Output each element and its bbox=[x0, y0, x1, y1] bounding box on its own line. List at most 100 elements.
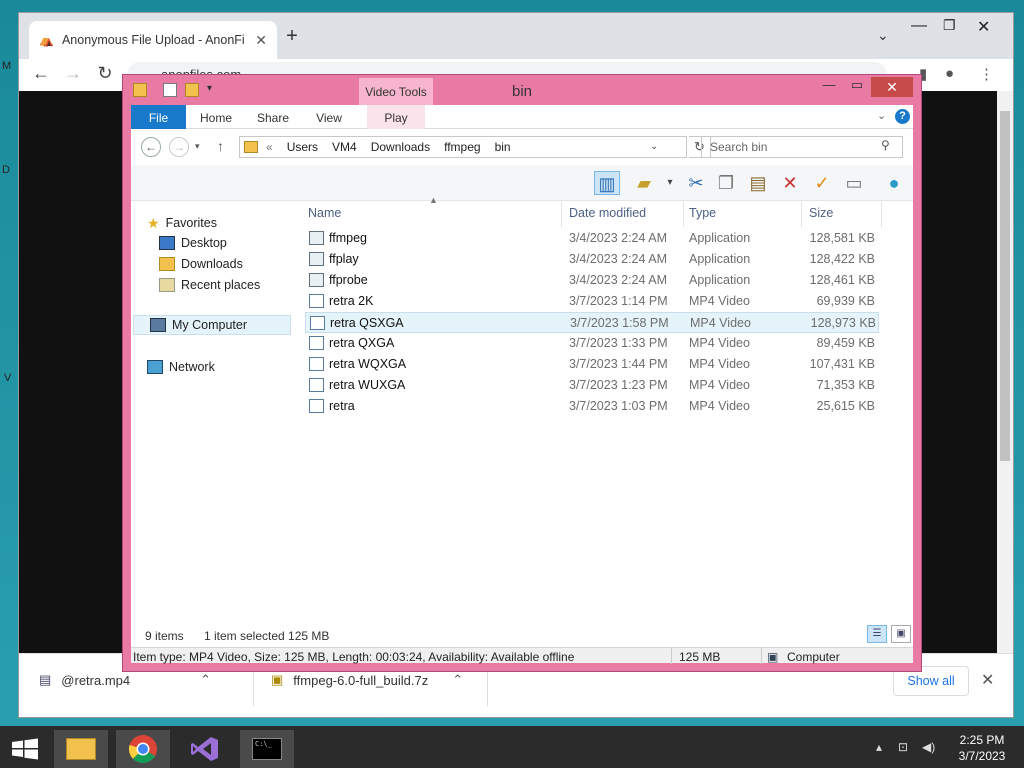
file-row[interactable]: ffprobe 3/4/2023 2:24 AM Application 128… bbox=[305, 270, 879, 291]
cut-icon[interactable]: ✂ bbox=[683, 171, 709, 195]
nav-label: Recent places bbox=[181, 278, 261, 292]
system-clock[interactable]: 2:25 PM 3/7/2023 bbox=[950, 732, 1014, 764]
tab-view[interactable]: View bbox=[307, 105, 351, 129]
download-name: ffmpeg-6.0-full_build.7z bbox=[293, 672, 429, 688]
column-header-name[interactable]: Name bbox=[308, 203, 558, 225]
globe-icon[interactable]: ● bbox=[881, 171, 907, 195]
tab-file[interactable]: File bbox=[131, 105, 186, 129]
item-location: Computer bbox=[787, 650, 840, 664]
profile-icon[interactable]: ● bbox=[945, 65, 954, 82]
nav-network[interactable]: Network bbox=[147, 357, 305, 377]
delete-icon[interactable]: ✕ bbox=[777, 171, 803, 195]
details-bar: Item type: MP4 Video, Size: 125 MB, Leng… bbox=[131, 647, 913, 664]
clock-date: 3/7/2023 bbox=[958, 749, 1006, 763]
file-row[interactable]: retra QXGA 3/7/2023 1:33 PM MP4 Video 89… bbox=[305, 333, 879, 354]
breadcrumb-downloads[interactable]: Downloads bbox=[371, 140, 430, 154]
network-tray-icon[interactable]: ⊡ bbox=[898, 740, 908, 754]
video-file-icon bbox=[310, 316, 325, 330]
nav-my-computer[interactable]: My Computer bbox=[133, 315, 291, 335]
nav-recent-places[interactable]: Recent places bbox=[159, 275, 317, 295]
visual-studio-taskbar-button[interactable] bbox=[178, 730, 232, 768]
minimize-icon[interactable]: — bbox=[911, 17, 927, 35]
download-item-2[interactable]: ▣ ffmpeg-6.0-full_build.7z ⌃ bbox=[271, 672, 463, 688]
paste-icon[interactable]: ▤ bbox=[745, 171, 771, 195]
folder-options-dropdown-icon[interactable]: ▾ bbox=[657, 171, 683, 195]
command-prompt-taskbar-button[interactable]: C:\_ bbox=[240, 730, 294, 768]
back-icon[interactable]: ← bbox=[29, 63, 53, 84]
show-hidden-icons-icon[interactable]: ▴ bbox=[876, 740, 882, 754]
scroll-thumb[interactable] bbox=[1000, 111, 1010, 461]
browser-tab[interactable]: ⛺ Anonymous File Upload - AnonFi ✕ bbox=[29, 21, 277, 59]
close-shelf-icon[interactable]: ✕ bbox=[981, 670, 994, 690]
preview-pane-icon[interactable]: ▥ bbox=[594, 171, 620, 195]
explorer-window: ▾ Video Tools bin — ▭ ✕ File Home Share … bbox=[122, 74, 922, 672]
details-view-icon[interactable]: ☰ bbox=[867, 625, 887, 643]
chrome-taskbar-button[interactable] bbox=[116, 730, 170, 768]
large-icons-view-icon[interactable]: ▣ bbox=[891, 625, 911, 643]
column-header-size[interactable]: Size bbox=[809, 203, 879, 225]
folder-options-icon[interactable]: ▰ bbox=[631, 171, 657, 195]
tab-search-chevron-icon[interactable]: ⌄ bbox=[877, 27, 889, 44]
recent-locations-dropdown-icon[interactable]: ▾ bbox=[195, 141, 200, 152]
nav-favorites[interactable]: ★ Favorites bbox=[147, 213, 305, 233]
file-row[interactable]: ffmpeg 3/4/2023 2:24 AM Application 128,… bbox=[305, 228, 879, 249]
address-bar[interactable]: « Users VM4 Downloads ffmpeg bin ⌄ bbox=[239, 136, 687, 158]
file-row[interactable]: retra WUXGA 3/7/2023 1:23 PM MP4 Video 7… bbox=[305, 375, 879, 396]
maximize-icon[interactable]: ▭ bbox=[843, 77, 871, 93]
item-size: 125 MB bbox=[679, 650, 721, 664]
tab-home[interactable]: Home bbox=[193, 105, 239, 129]
file-row-selected[interactable]: retra QSXGA 3/7/2023 1:58 PM MP4 Video 1… bbox=[305, 312, 879, 333]
breadcrumb-ffmpeg[interactable]: ffmpeg bbox=[444, 140, 480, 154]
video-file-icon bbox=[309, 378, 324, 392]
reload-icon[interactable]: ↻ bbox=[93, 63, 117, 84]
breadcrumb-users[interactable]: Users bbox=[287, 140, 318, 154]
desktop-icon-label-v: V bbox=[4, 372, 12, 384]
file-row[interactable]: ffplay 3/4/2023 2:24 AM Application 128,… bbox=[305, 249, 879, 270]
download-item-1[interactable]: ▤ @retra.mp4 ⌃ bbox=[39, 672, 211, 688]
checkmark-icon[interactable]: ✓ bbox=[809, 171, 835, 195]
breadcrumb-vm4[interactable]: VM4 bbox=[332, 140, 357, 154]
menu-kebab-icon[interactable]: ⋮ bbox=[979, 65, 994, 83]
file-row[interactable]: retra 2K 3/7/2023 1:14 PM MP4 Video 69,9… bbox=[305, 291, 879, 312]
file-date: 3/7/2023 1:58 PM bbox=[570, 316, 669, 330]
file-name: retra 2K bbox=[329, 294, 374, 308]
page-scrollbar[interactable] bbox=[997, 91, 1013, 653]
forward-icon[interactable]: → bbox=[61, 63, 85, 84]
file-size: 128,973 KB bbox=[810, 316, 876, 330]
forward-icon[interactable]: → bbox=[169, 137, 189, 157]
chevron-up-icon[interactable]: ⌃ bbox=[200, 672, 211, 688]
file-size: 89,459 KB bbox=[816, 336, 875, 350]
nav-downloads[interactable]: Downloads bbox=[159, 254, 317, 274]
title-bar[interactable]: ▾ Video Tools bin — ▭ ✕ bbox=[123, 75, 921, 106]
file-row[interactable]: retra WQXGA 3/7/2023 1:44 PM MP4 Video 1… bbox=[305, 354, 879, 375]
file-size: 128,422 KB bbox=[809, 252, 875, 266]
column-header-date-modified[interactable]: Date modified bbox=[569, 203, 679, 225]
search-input[interactable]: Search bin bbox=[701, 136, 903, 158]
rename-icon[interactable]: ▭ bbox=[841, 171, 867, 195]
windows-start-icon[interactable] bbox=[10, 738, 40, 760]
file-name: ffplay bbox=[329, 252, 359, 266]
back-icon[interactable]: ← bbox=[141, 137, 161, 157]
file-explorer-taskbar-button[interactable] bbox=[54, 730, 108, 768]
file-row[interactable]: retra 3/7/2023 1:03 PM MP4 Video 25,615 … bbox=[305, 396, 879, 417]
desktop-icon bbox=[159, 236, 175, 250]
address-dropdown-icon[interactable]: ⌄ bbox=[650, 141, 658, 152]
close-icon[interactable]: ✕ bbox=[871, 77, 913, 97]
nav-desktop[interactable]: Desktop bbox=[159, 233, 317, 253]
close-icon[interactable]: ✕ bbox=[977, 17, 990, 37]
volume-icon[interactable]: ◀) bbox=[922, 740, 935, 754]
minimize-icon[interactable]: — bbox=[815, 77, 843, 92]
tab-share[interactable]: Share bbox=[249, 105, 297, 129]
breadcrumb-bin[interactable]: bin bbox=[495, 140, 511, 154]
new-tab-icon[interactable]: + bbox=[281, 25, 303, 48]
help-icon[interactable]: ? bbox=[895, 109, 910, 124]
ribbon-expand-chevron-icon[interactable]: ⌄ bbox=[877, 109, 886, 122]
chevron-up-icon[interactable]: ⌃ bbox=[452, 672, 463, 688]
tab-close-icon[interactable]: ✕ bbox=[255, 32, 267, 49]
divider bbox=[671, 648, 672, 664]
up-arrow-icon[interactable]: ↑ bbox=[217, 138, 224, 154]
copy-icon[interactable]: ❐ bbox=[713, 171, 739, 195]
tab-play[interactable]: Play bbox=[367, 105, 425, 129]
maximize-icon[interactable]: ❐ bbox=[943, 17, 956, 34]
column-header-type[interactable]: Type bbox=[689, 203, 789, 225]
